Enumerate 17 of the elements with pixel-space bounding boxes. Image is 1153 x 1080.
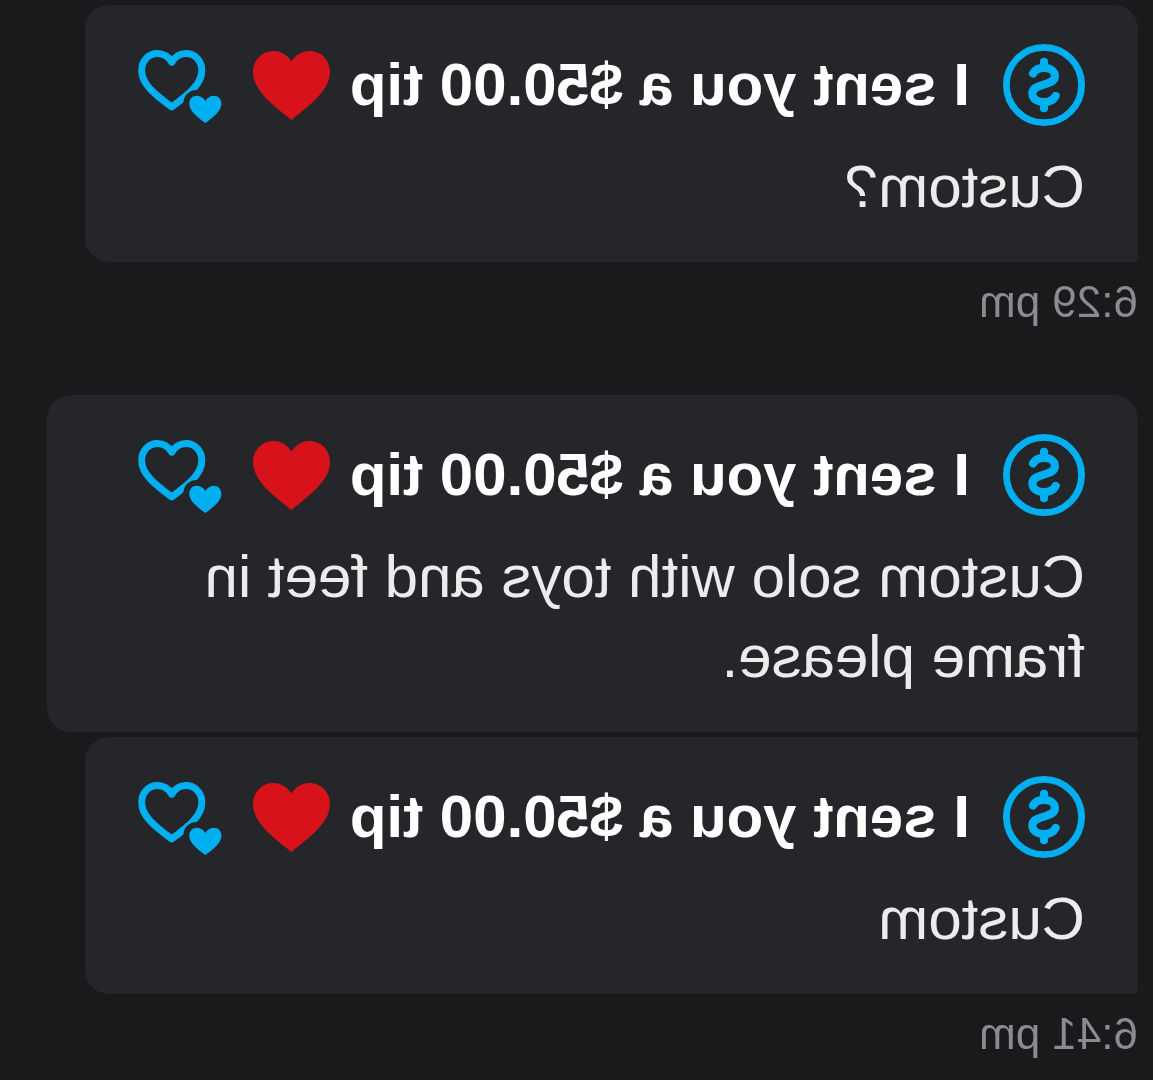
message-text: Custom solo with toys and feet in frame please. (203, 542, 1085, 692)
tip-title: I sent you a $50.00 tip (349, 440, 970, 510)
dollar-circle-icon (1003, 776, 1085, 858)
dollar-circle-icon (1003, 434, 1085, 516)
message-text: Custom (878, 884, 1085, 954)
dollar-circle-icon (1003, 44, 1085, 126)
hearts-icon[interactable] (137, 47, 223, 123)
hearts-icon[interactable] (137, 779, 223, 855)
heart-icon (252, 50, 330, 120)
tip-title: I sent you a $50.00 tip (349, 782, 970, 852)
tip-title: I sent you a $50.00 tip (349, 50, 970, 120)
heart-icon (252, 440, 330, 510)
heart-icon (252, 782, 330, 852)
hearts-icon[interactable] (137, 437, 223, 513)
message-time: 6:29 pm (979, 276, 1138, 328)
message-text: Custom? (844, 152, 1085, 222)
message-time: 6:41 pm (979, 1008, 1138, 1060)
